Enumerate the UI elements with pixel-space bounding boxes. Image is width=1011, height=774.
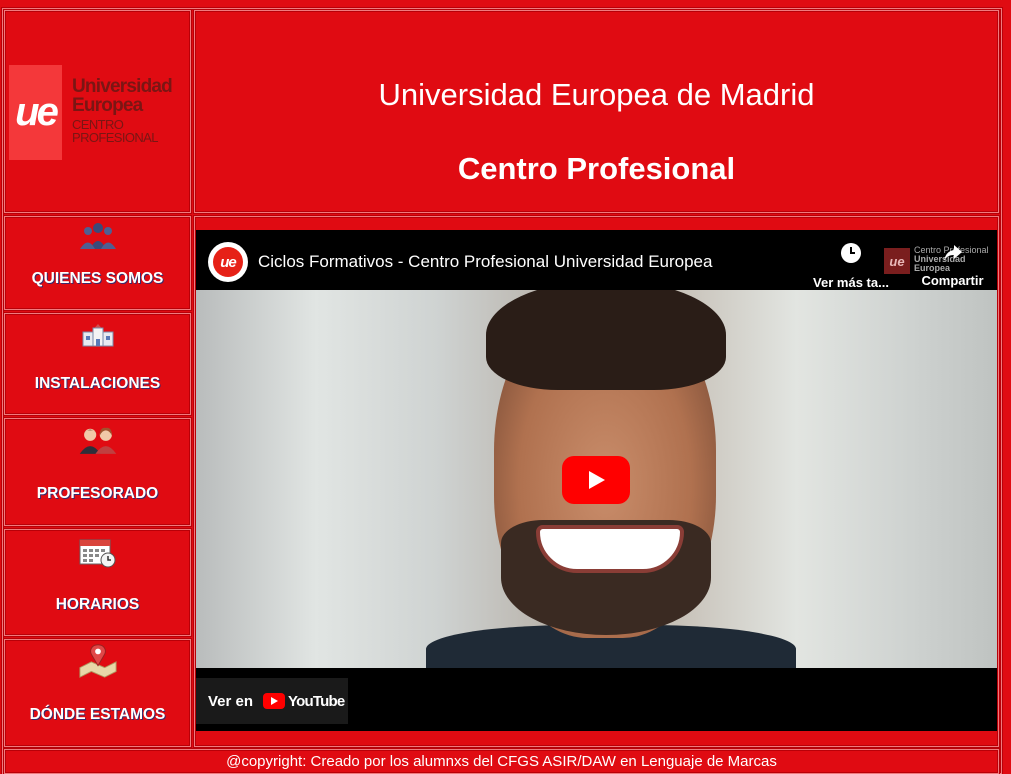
nav-item-quienes-somos[interactable]: QUIENES SOMOS	[4, 216, 191, 310]
logo-cell: ue Universidad Europea CENTRO PROFESIONA…	[4, 10, 191, 213]
watch-on-youtube-button[interactable]: Ver en YouTube	[196, 678, 348, 724]
logo-badge: ue	[9, 65, 62, 160]
nav-item-donde-estamos[interactable]: DÓNDE ESTAMOS	[4, 639, 191, 747]
nav-label-instalaciones[interactable]: INSTALACIONES	[5, 375, 190, 393]
youtube-embed[interactable]: ue Ciclos Formativos - Centro Profesiona…	[196, 230, 997, 731]
thumbnail-smile	[536, 525, 684, 573]
logo-mark: ue	[15, 90, 59, 134]
share-arrow-icon	[943, 245, 962, 261]
nav-label-profesorado[interactable]: PROFESORADO	[5, 485, 190, 503]
video-bottombar: Ver en YouTube	[196, 668, 997, 731]
play-icon	[589, 471, 605, 489]
nav-label-quienes-somos[interactable]: QUIENES SOMOS	[5, 270, 190, 288]
logo-line3: CENTRO PROFESIONAL	[72, 117, 158, 145]
header-cell: Universidad Europea de Madrid Centro Pro…	[194, 10, 999, 213]
nav-item-instalaciones[interactable]: INSTALACIONES	[4, 313, 191, 415]
share-label: Compartir	[921, 273, 984, 288]
youtube-wordmark: YouTube	[288, 692, 345, 710]
watch-later-label: Ver más ta...	[813, 275, 889, 290]
share-button[interactable]: Compartir	[908, 242, 997, 288]
play-button[interactable]	[562, 456, 630, 504]
watch-on-label: Ver en	[208, 692, 254, 710]
video-title[interactable]: Ciclos Formativos - Centro Profesional U…	[258, 252, 712, 272]
nav-item-profesorado[interactable]: PROFESORADO	[4, 418, 191, 526]
group-people-icon	[78, 219, 118, 251]
nav-label-horarios[interactable]: HORARIOS	[5, 596, 190, 614]
youtube-play-icon	[263, 693, 286, 709]
channel-avatar-mark: ue	[213, 247, 243, 277]
nav-label-donde-estamos[interactable]: DÓNDE ESTAMOS	[5, 706, 190, 724]
video-topbar: ue Ciclos Formativos - Centro Profesiona…	[196, 230, 997, 290]
youtube-logo: YouTube	[263, 692, 345, 710]
map-pin-icon	[78, 644, 118, 678]
watch-later-button[interactable]: Ver más ta...	[806, 242, 896, 290]
site-subtitle: Centro Profesional	[457, 151, 736, 186]
calendar-clock-icon	[78, 536, 118, 568]
nav-item-horarios[interactable]: HORARIOS	[4, 529, 191, 636]
video-cell: ue Ciclos Formativos - Centro Profesiona…	[194, 216, 999, 747]
logo-line1: Universidad	[72, 76, 173, 97]
clock-icon	[841, 243, 861, 263]
logo-line2: Europea	[72, 95, 143, 116]
watermark-mark: ue	[884, 248, 910, 274]
teachers-icon	[78, 424, 118, 456]
footer-copyright: @copyright: Creado por los alumnxs del C…	[226, 753, 777, 770]
site-title: Universidad Europea de Madrid	[378, 77, 815, 112]
building-icon	[78, 318, 118, 350]
logo-wordmark: Universidad Europea CENTRO PROFESIONAL	[72, 77, 190, 144]
footer-cell: @copyright: Creado por los alumnxs del C…	[4, 749, 999, 774]
thumbnail-hair	[486, 290, 726, 390]
channel-avatar[interactable]: ue	[208, 242, 248, 282]
